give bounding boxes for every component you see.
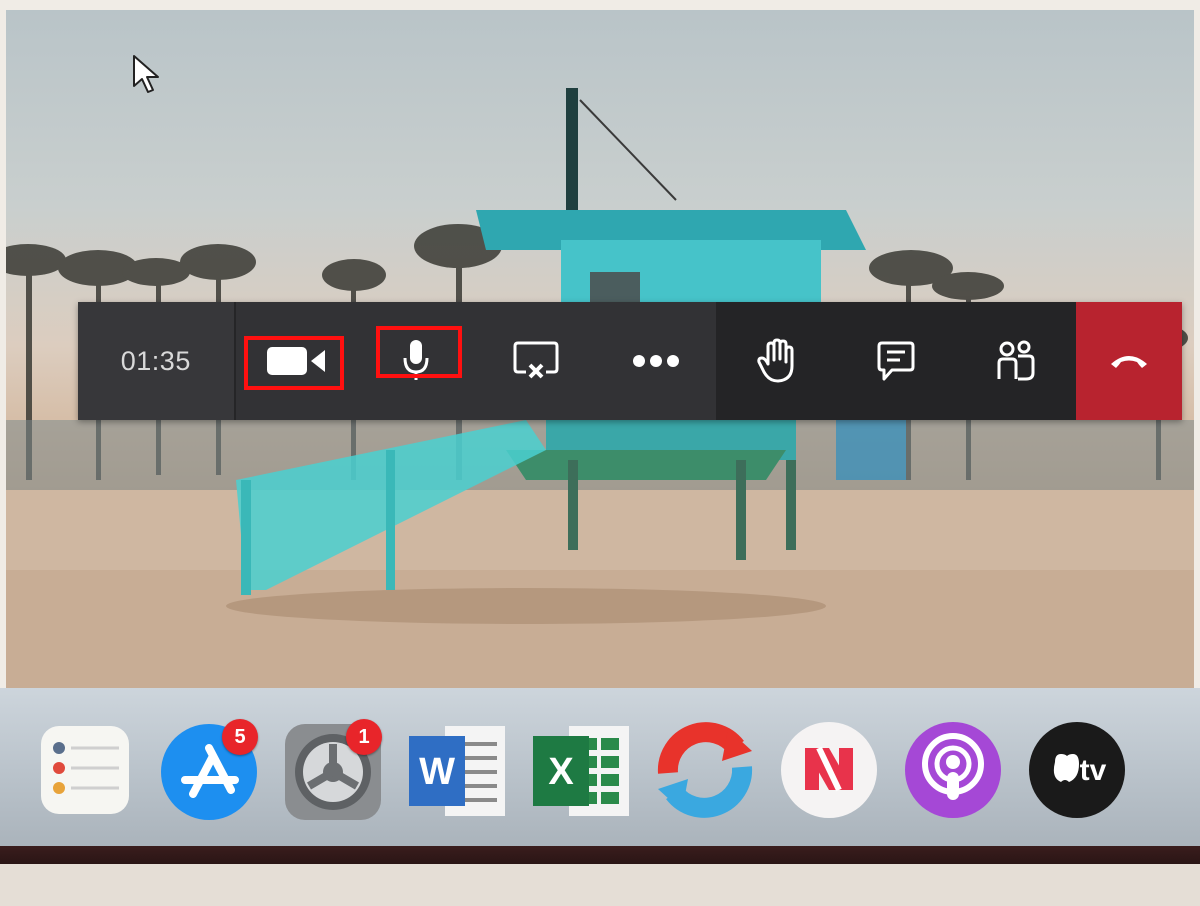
- participants-button[interactable]: [956, 302, 1076, 420]
- stop-share-icon: [513, 341, 559, 379]
- word-icon-letter: W: [419, 751, 455, 793]
- hang-up-button[interactable]: [1075, 302, 1182, 420]
- participants-icon: [997, 340, 1035, 381]
- screen: 01:35 5 1 W X tv: [0, 0, 1200, 906]
- app-store-badge: 5: [222, 719, 258, 755]
- apple-tv-icon-label: tv: [1080, 754, 1107, 787]
- secondary-controls: [715, 302, 1076, 420]
- camera-highlight-box: [243, 336, 344, 390]
- word-icon: W: [409, 726, 505, 816]
- dock-item-app-store[interactable]: 5: [154, 715, 264, 825]
- timer-section: 01:35: [78, 302, 236, 420]
- dock-item-apple-tv[interactable]: tv: [1022, 715, 1132, 825]
- chat-button[interactable]: [836, 302, 956, 420]
- mouse-cursor-icon: [133, 55, 159, 93]
- raise-hand-button[interactable]: [716, 302, 836, 420]
- dock-item-reminders[interactable]: [30, 715, 140, 825]
- desk-surface: [0, 864, 1200, 906]
- dock-item-word[interactable]: W: [402, 715, 512, 825]
- news-icon: [781, 722, 877, 818]
- monitor-bezel: [0, 846, 1200, 864]
- podcasts-icon: [905, 722, 1001, 818]
- sync-icon: [657, 722, 753, 818]
- dock-item-sync-app[interactable]: [650, 715, 760, 825]
- dock-item-news[interactable]: [774, 715, 884, 825]
- dock: 5 1 W X tv: [0, 688, 1200, 848]
- main-controls: [235, 302, 716, 420]
- chat-icon: [877, 341, 915, 381]
- share-screen-button[interactable]: [476, 302, 596, 420]
- camera-toggle-button[interactable]: [236, 302, 356, 420]
- dock-icons: 5 1 W X tv: [30, 708, 1132, 832]
- hang-up-icon: [1110, 356, 1147, 368]
- more-options-button[interactable]: [596, 302, 716, 420]
- more-options-icon: [632, 355, 679, 367]
- meeting-control-bar: 01:35: [78, 302, 1182, 420]
- reminders-icon: [41, 726, 129, 814]
- microphone-highlight-box: [375, 326, 462, 378]
- dock-item-system-preferences[interactable]: 1: [278, 715, 388, 825]
- microphone-toggle-button[interactable]: [356, 302, 476, 420]
- system-preferences-badge: 1: [346, 719, 382, 755]
- dock-item-excel[interactable]: X: [526, 715, 636, 825]
- dock-item-podcasts[interactable]: [898, 715, 1008, 825]
- excel-icon-letter: X: [548, 751, 574, 793]
- meeting-timer: 01:35: [120, 345, 191, 376]
- excel-icon: X: [533, 726, 629, 816]
- apple-tv-icon: tv: [1029, 722, 1125, 818]
- raise-hand-icon: [756, 338, 794, 383]
